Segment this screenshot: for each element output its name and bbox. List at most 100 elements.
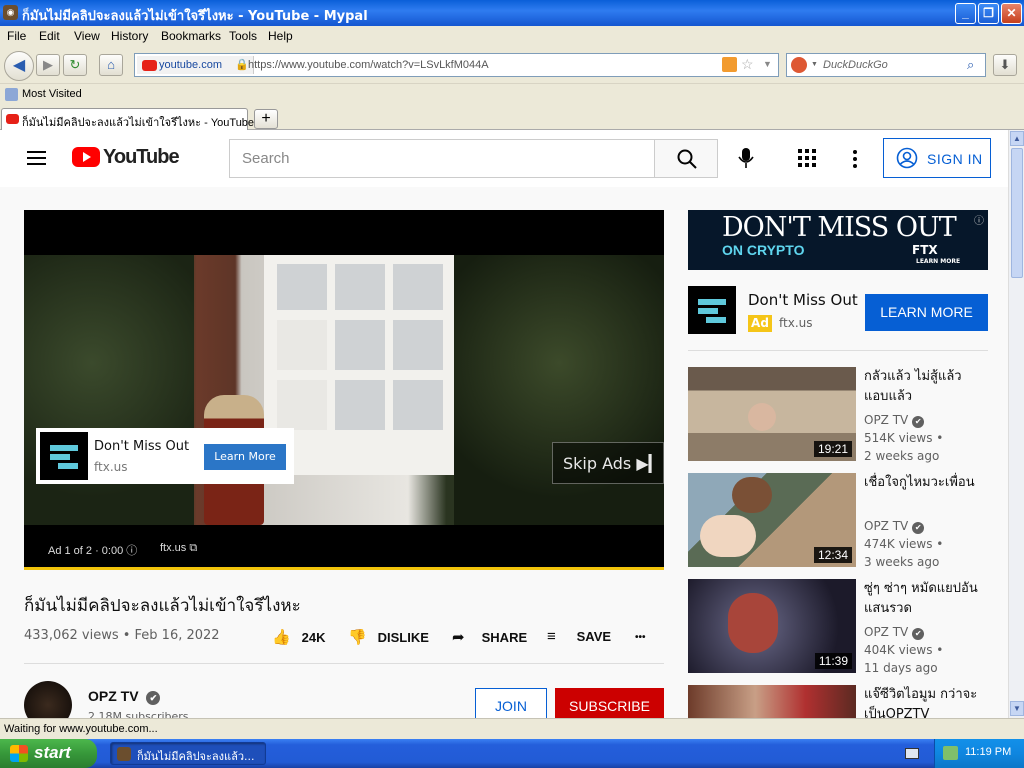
recommendation-item[interactable]: 11:39 ซู่ๆ ซ่าๆ หมัดแยปอันแสนรวด OPZ TV ✔…: [688, 579, 1008, 675]
microphone-icon[interactable]: [738, 147, 754, 169]
recommendation-title[interactable]: เชื่อใจกูไหมวะเพื่อน: [864, 473, 984, 493]
network-tray-icon[interactable]: [943, 746, 958, 760]
scroll-up-arrow-icon[interactable]: ▲: [1010, 131, 1024, 146]
scrollbar-thumb[interactable]: [1011, 148, 1023, 278]
close-button[interactable]: ✕: [1001, 3, 1022, 24]
url-dropdown-icon[interactable]: ▼: [763, 59, 772, 69]
vertical-scrollbar[interactable]: ▲ ▼: [1008, 130, 1024, 718]
bookmark-most-visited[interactable]: Most Visited: [22, 88, 82, 100]
start-button[interactable]: start: [0, 739, 97, 768]
sign-in-button[interactable]: SIGN IN: [883, 138, 991, 178]
overlay-ad[interactable]: Don't Miss Out ftx.us Learn More: [36, 428, 294, 484]
taskbar-window-button[interactable]: ก็มันไม่มีคลิปจะลงแล้ว...: [110, 742, 266, 765]
window-pane: [332, 261, 388, 313]
video-thumbnail[interactable]: 19:21: [688, 367, 856, 461]
ad-domain-link[interactable]: ftx.us ⧉: [160, 542, 197, 555]
downloads-button[interactable]: ⬇: [993, 54, 1017, 76]
youtube-search-input[interactable]: Search: [229, 139, 655, 178]
system-tray: 11:19 PM: [934, 739, 1024, 768]
sign-in-label: SIGN IN: [927, 151, 983, 167]
recommendation-item[interactable]: แจ๊ซีวิตไอมูม กว่าจะเป็นOPZTV: [688, 685, 1008, 718]
recommendation-channel[interactable]: OPZ TV ✔: [864, 413, 925, 428]
channel-subscribers: 2.18M subscribers: [88, 710, 189, 718]
back-arrow-icon: ◀: [12, 57, 26, 74]
search-bar[interactable]: ▼ DuckDuckGo ⌕: [786, 53, 986, 77]
scroll-down-arrow-icon[interactable]: ▼: [1010, 701, 1024, 716]
status-text: Waiting for www.youtube.com...: [4, 723, 158, 735]
recommendation-item[interactable]: 12:34 เชื่อใจกูไหมวะเพื่อน OPZ TV ✔ 474K …: [688, 473, 1008, 569]
window-titlebar[interactable]: ◉ ก็มันไม่มีคลิปจะลงแล้วไม่เข้าใจรึไงหะ …: [0, 0, 1024, 26]
menu-hamburger-icon[interactable]: [27, 151, 46, 153]
lock-icon: 🔒: [235, 59, 249, 71]
bookmark-star-icon[interactable]: ☆: [741, 56, 754, 73]
subscribe-button[interactable]: SUBSCRIBE: [555, 688, 664, 718]
window-pane: [274, 317, 330, 373]
menu-history[interactable]: History: [111, 29, 148, 43]
recommendation-title[interactable]: ซู่ๆ ซ่าๆ หมัดแยปอันแสนรวด: [864, 579, 984, 619]
minimize-button[interactable]: _: [955, 3, 976, 24]
url-bar[interactable]: youtube.com 🔒 https://www.youtube.com/wa…: [134, 53, 779, 77]
youtube-logo-icon[interactable]: [72, 147, 100, 167]
ftx-logo-icon: [40, 432, 88, 480]
forward-button[interactable]: ▶: [36, 54, 60, 76]
menu-help[interactable]: Help: [268, 29, 293, 43]
youtube-logo-text[interactable]: YouTube: [103, 146, 180, 169]
menu-view[interactable]: View: [74, 29, 100, 43]
skip-ads-button[interactable]: Skip Ads ▶▎: [552, 442, 664, 484]
home-button[interactable]: ⌂: [99, 54, 123, 76]
like-count: 24K: [301, 630, 326, 645]
recommendation-title[interactable]: แจ๊ซีวิตไอมูม กว่าจะเป็นOPZTV: [864, 685, 984, 718]
settings-kebab-icon[interactable]: [852, 150, 858, 168]
maximize-button[interactable]: ❐: [978, 3, 999, 24]
youtube-search-button[interactable]: [654, 139, 718, 178]
video-duration: 12:34: [813, 547, 852, 563]
channel-name-label: OPZ TV: [88, 688, 139, 704]
menu-edit[interactable]: Edit: [39, 29, 60, 43]
duckduckgo-icon[interactable]: [791, 57, 807, 73]
channel-label: OPZ TV: [864, 625, 909, 639]
dislike-button[interactable]: 👎 DISLIKE: [348, 628, 429, 646]
ftx-logo-icon[interactable]: [688, 286, 736, 334]
overlay-ad-title: Don't Miss Out: [94, 439, 190, 454]
apps-grid-icon[interactable]: [798, 149, 816, 167]
keyboard-tray-icon[interactable]: [905, 748, 919, 759]
recommendation-channel[interactable]: OPZ TV ✔: [864, 519, 925, 534]
video-player[interactable]: Don't Miss Out ftx.us Learn More Skip Ad…: [24, 210, 664, 570]
search-placeholder: DuckDuckGo: [823, 59, 888, 71]
menu-file[interactable]: File: [7, 29, 26, 43]
ad-info-icon[interactable]: ⓘ: [974, 212, 984, 227]
account-circle-icon: [896, 147, 918, 169]
menu-bookmarks[interactable]: Bookmarks: [161, 29, 221, 43]
video-thumbnail[interactable]: 12:34: [688, 473, 856, 567]
sidebar-ad-title[interactable]: Don't Miss Out: [748, 291, 858, 309]
channel-name[interactable]: OPZ TV ✔: [88, 688, 161, 705]
display-ad-banner[interactable]: DON'T MISS OUT ON CRYPTO FTX LEARN MORE …: [688, 210, 988, 270]
menu-tools[interactable]: Tools: [229, 29, 257, 43]
share-arrow-icon: ➦: [452, 629, 465, 646]
window-pane: [274, 377, 330, 433]
overlay-learn-more-button[interactable]: Learn More: [204, 444, 286, 470]
channel-avatar[interactable]: [24, 681, 72, 718]
back-button[interactable]: ◀: [4, 51, 34, 81]
site-identity[interactable]: youtube.com 🔒: [137, 56, 254, 74]
tab-youtube[interactable]: ก็มันไม่มีคลิปจะลงแล้วไม่เข้าใจรึไงหะ - …: [1, 108, 254, 130]
recommendation-title[interactable]: กลัวแล้ว ไม่สู้แล้ว แอบแล้ว: [864, 367, 984, 407]
share-button[interactable]: ➦ SHARE: [452, 628, 527, 646]
reload-button[interactable]: ↻: [63, 54, 87, 76]
save-button[interactable]: ≡ SAVE: [547, 628, 611, 645]
video-thumbnail[interactable]: [688, 685, 856, 718]
recommendation-item[interactable]: 19:21 กลัวแล้ว ไม่สู้แล้ว แอบแล้ว OPZ TV…: [688, 367, 1008, 463]
search-icon[interactable]: ⌕: [967, 57, 974, 73]
engine-dropdown-icon[interactable]: ▼: [811, 61, 818, 68]
join-button[interactable]: JOIN: [475, 688, 547, 718]
learn-more-button[interactable]: LEARN MORE: [865, 294, 988, 331]
recommendation-age: 11 days ago: [864, 661, 938, 675]
recommendation-channel[interactable]: OPZ TV ✔: [864, 625, 925, 640]
window-pane: [390, 261, 446, 313]
like-button[interactable]: 👍 24K: [272, 628, 325, 646]
clock[interactable]: 11:19 PM: [965, 746, 1011, 758]
video-thumbnail[interactable]: 11:39: [688, 579, 856, 673]
more-actions-button[interactable]: •••: [635, 632, 646, 643]
rss-icon[interactable]: [722, 57, 737, 72]
new-tab-button[interactable]: +: [254, 109, 278, 129]
